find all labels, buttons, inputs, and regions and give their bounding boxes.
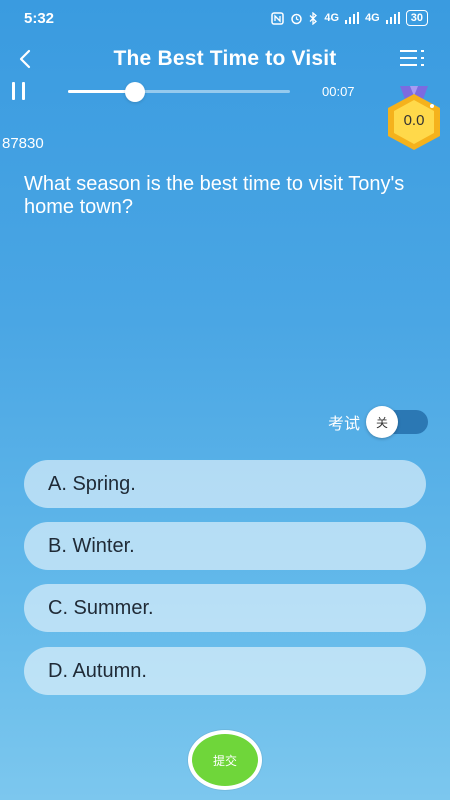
network-label-2: 4G — [365, 12, 380, 24]
option-c[interactable]: C. Summer. — [24, 584, 426, 632]
list-menu-icon — [400, 50, 424, 66]
exam-mode-label: 考试 — [327, 416, 360, 433]
exam-mode-row: 考试 关 — [328, 406, 428, 438]
pause-icon-bar-right — [22, 82, 25, 100]
alarm-icon — [291, 13, 303, 24]
question-text: What season is the best time to visit To… — [24, 173, 405, 218]
nfc-icon — [271, 11, 285, 25]
page-title: The Best Time to Visit — [113, 47, 337, 70]
signal-icon — [345, 12, 360, 24]
submit-button[interactable]: 提交 — [188, 730, 262, 790]
toggle-knob: 关 — [366, 406, 398, 438]
status-bar: 5:32 4G 4G 30 — [0, 0, 450, 36]
chevron-left-icon — [19, 49, 31, 69]
option-a[interactable]: A. Spring. — [24, 460, 426, 508]
status-icons: 4G 4G 30 — [271, 10, 428, 26]
menu-button[interactable] — [398, 46, 428, 72]
network-label-1: 4G — [324, 12, 340, 24]
progress-thumb[interactable] — [124, 82, 145, 102]
bluetooth-icon — [309, 11, 318, 25]
pause-button[interactable] — [12, 82, 36, 102]
battery-level: 30 — [410, 11, 423, 24]
option-b[interactable]: B. Winter. — [24, 522, 426, 570]
option-d[interactable]: D. Autumn. — [24, 647, 426, 695]
score-badge[interactable]: 0.0 — [380, 84, 448, 154]
battery-icon: 30 — [405, 10, 428, 26]
question-id: 87830 — [2, 135, 44, 152]
status-time: 5:32 — [24, 9, 55, 27]
signal-icon-2 — [385, 12, 400, 24]
pause-icon-bar-left — [12, 82, 15, 100]
elapsed-time: 00:07 — [322, 84, 355, 99]
back-button[interactable] — [10, 44, 40, 74]
score-value: 0.0 — [403, 112, 425, 129]
exam-mode-toggle[interactable]: 关 — [366, 406, 428, 438]
header: The Best Time to Visit — [0, 38, 450, 80]
progress-track[interactable] — [68, 82, 290, 102]
